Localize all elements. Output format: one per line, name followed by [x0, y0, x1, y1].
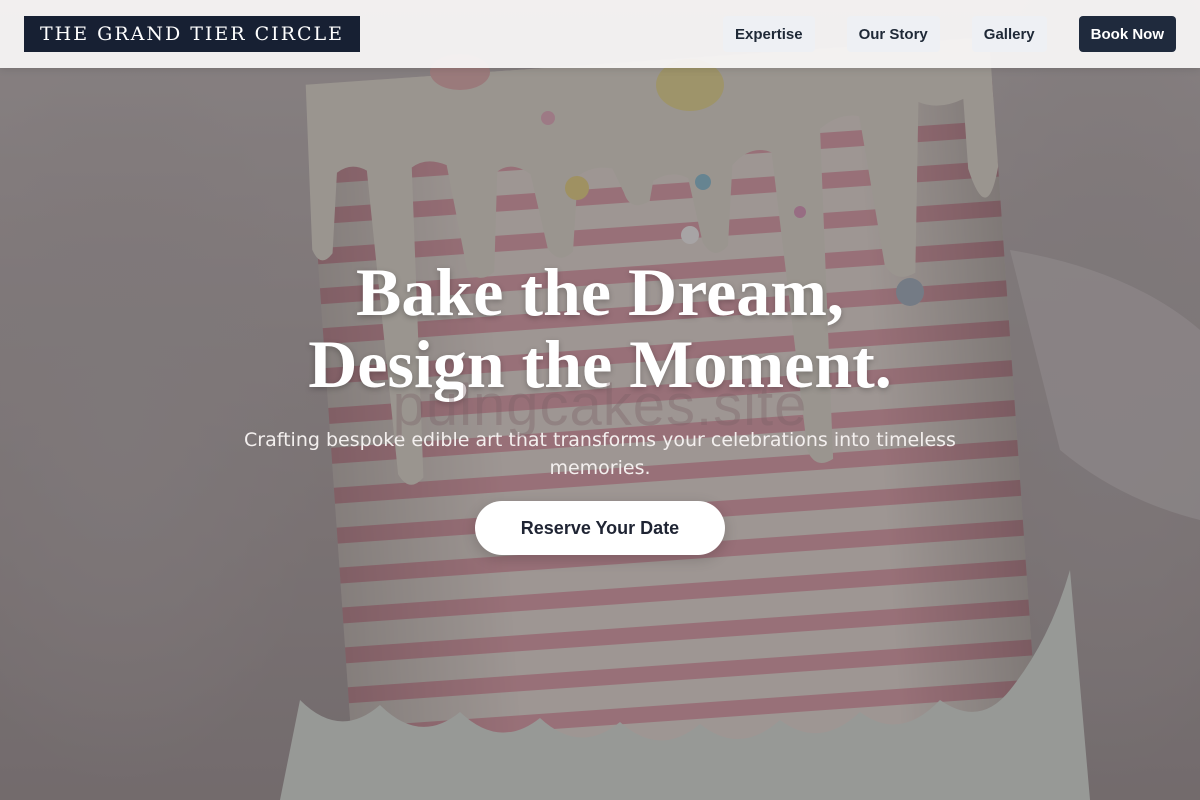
hero-section: pulngcakes.site Bake the Dream, Design t…: [0, 0, 1200, 800]
watermark-text: pulngcakes.site: [392, 373, 808, 438]
site-header: THE GRAND TIER CIRCLE Expertise Our Stor…: [0, 0, 1200, 68]
brand-logo[interactable]: THE GRAND TIER CIRCLE: [24, 16, 361, 52]
main-navigation: Expertise Our Story Gallery Book Now: [691, 16, 1176, 52]
nav-link-expertise[interactable]: Expertise: [723, 16, 815, 52]
book-now-button[interactable]: Book Now: [1078, 16, 1176, 52]
nav-link-our-story[interactable]: Our Story: [846, 16, 940, 52]
nav-link-gallery[interactable]: Gallery: [971, 16, 1047, 52]
hero-title-line-1: Bake the Dream,: [356, 254, 844, 330]
reserve-your-date-button[interactable]: Reserve Your Date: [475, 501, 725, 555]
